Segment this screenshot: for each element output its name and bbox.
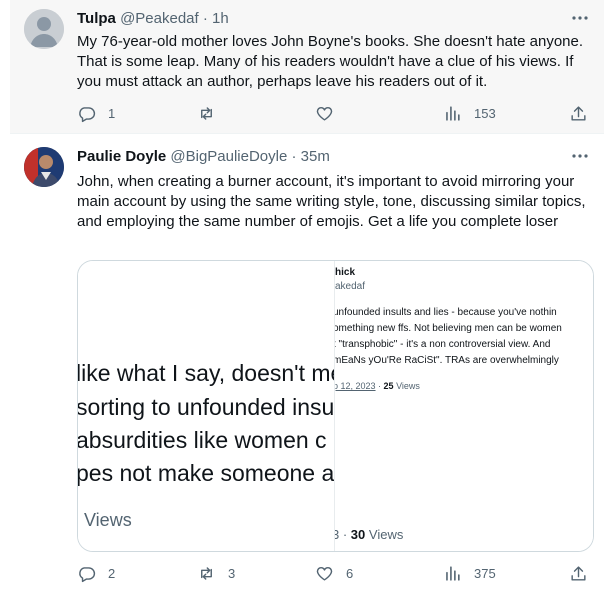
reply-icon [79, 566, 96, 582]
image-text-line: omething new ffs. Not believing men can … [334, 323, 562, 334]
separator: · [198, 10, 213, 27]
image-author-handle: akedaf [335, 281, 366, 292]
like-icon [316, 106, 333, 121]
retweet-button[interactable] [197, 102, 228, 124]
image-views-label: Views [84, 510, 132, 530]
reply-icon [79, 106, 96, 122]
cropped-screenshot-right: hick akedaf unfounded insults and lies -… [334, 261, 593, 551]
profile-photo-icon [24, 147, 64, 187]
image-text-line: absurdities like women c [78, 427, 327, 453]
cropped-screenshot-left: like what I say, doesn't me sorting to u… [78, 261, 334, 551]
share-button[interactable] [569, 562, 588, 584]
avatar[interactable] [24, 147, 64, 187]
avatar[interactable] [24, 9, 64, 49]
timestamp[interactable]: 35m [301, 148, 330, 165]
more-icon[interactable] [570, 146, 590, 166]
views-button[interactable]: 153 [443, 102, 496, 124]
like-count: 6 [346, 565, 354, 581]
image-text-line: sorting to unfounded insu [78, 394, 334, 420]
tweet-text: John, when creating a burner account, it… [77, 173, 586, 230]
tweet-header: Tulpa @Peakedaf · 1h [77, 10, 229, 27]
image-text-line: mEaNs yOu'Re RaCiSt". TRAs are overwhelm… [334, 355, 559, 366]
tweet-header: Paulie Doyle @BigPaulieDoyle · 35m [77, 148, 330, 165]
tweet-tulpa[interactable]: Tulpa @Peakedaf · 1h My 76-year-old moth… [10, 0, 604, 134]
reply-button[interactable]: 2 [77, 562, 115, 584]
image-text-line: like what I say, doesn't me [78, 360, 334, 386]
retweet-icon [201, 566, 212, 580]
retweet-button[interactable]: 3 [197, 562, 235, 584]
image-bottom-views: 3 · 30 Views [335, 527, 404, 542]
display-name[interactable]: Paulie Doyle [77, 148, 166, 165]
views-icon [446, 105, 460, 121]
default-avatar-icon [24, 9, 64, 49]
action-bar: 2 3 6 375 [77, 562, 587, 584]
handle[interactable]: @BigPaulieDoyle [170, 148, 287, 165]
share-icon [571, 565, 586, 581]
reply-count: 2 [108, 565, 116, 581]
views-icon [446, 565, 460, 581]
reply-button[interactable]: 1 [77, 102, 115, 124]
action-bar: 1 153 [77, 102, 587, 124]
image-text-line: t "transphobic" - it's a non controversi… [334, 339, 551, 350]
share-button[interactable] [569, 102, 588, 124]
like-icon [316, 566, 333, 581]
view-count: 153 [474, 105, 496, 121]
image-text-line: pes not make someone a [78, 460, 334, 486]
view-count: 375 [474, 565, 496, 581]
image-date-views: p 12, 2023 · 25 Views [334, 381, 420, 391]
more-icon[interactable] [570, 8, 590, 28]
attached-image[interactable]: like what I say, doesn't me sorting to u… [77, 260, 594, 552]
retweet-icon [201, 106, 212, 120]
image-author-name: hick [335, 267, 356, 278]
share-icon [571, 105, 586, 121]
tweet-paulie-doyle[interactable]: Paulie Doyle @BigPaulieDoyle · 35m John,… [10, 134, 604, 600]
handle[interactable]: @Peakedaf [120, 10, 199, 27]
display-name[interactable]: Tulpa [77, 10, 116, 27]
image-text-line: unfounded insults and lies - because you… [334, 307, 557, 318]
like-button[interactable] [315, 102, 346, 124]
timestamp[interactable]: 1h [212, 10, 229, 27]
separator: · [287, 148, 301, 165]
retweet-count: 3 [228, 565, 236, 581]
reply-count: 1 [108, 105, 116, 121]
like-button[interactable]: 6 [315, 562, 353, 584]
tweet-text: My 76-year-old mother loves John Boyne's… [77, 33, 584, 90]
views-button[interactable]: 375 [443, 562, 496, 584]
